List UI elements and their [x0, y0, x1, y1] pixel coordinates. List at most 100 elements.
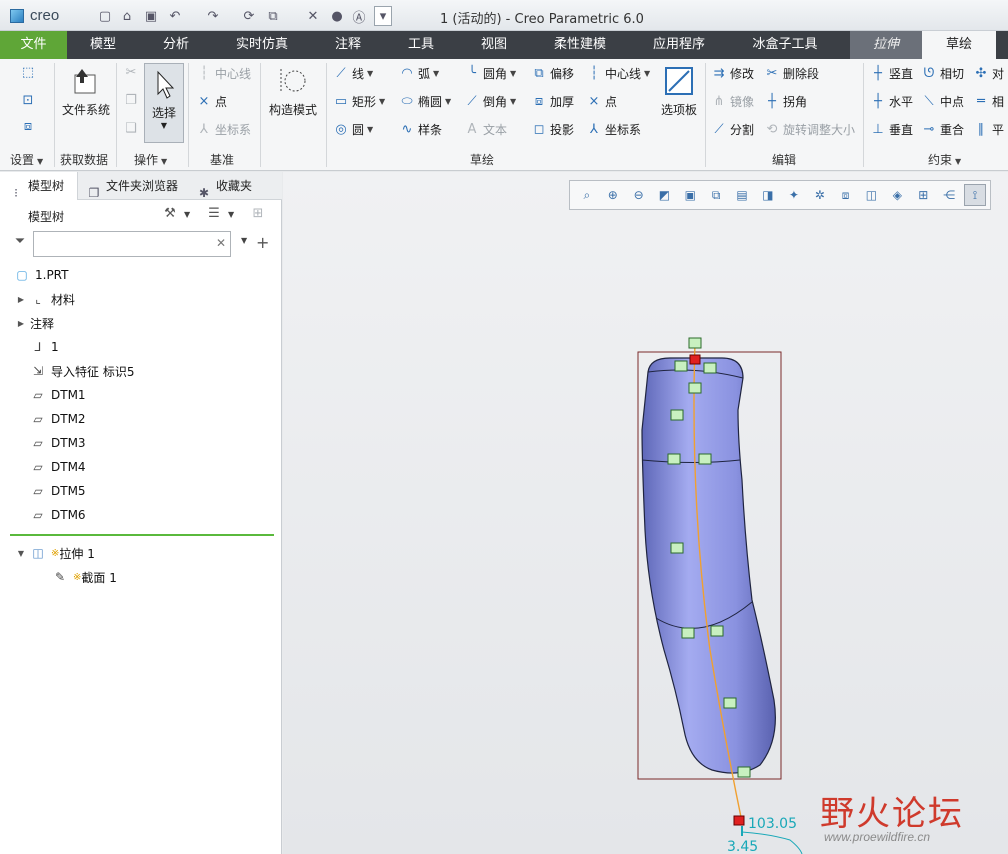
tab-annotate[interactable]: 注释 [311, 31, 385, 59]
tree-node-import-feature[interactable]: ⇲ 导入特征 标识5 [26, 360, 134, 382]
tree-node-csys[interactable]: ⅃ 1 [26, 336, 59, 358]
tab-model-tree[interactable]: ⁝ 模型树 [0, 172, 78, 200]
tree-node-extrude[interactable]: ▼ ◫ ※ 拉伸 1 [16, 542, 95, 564]
sketch-display-icon[interactable]: ◫ [861, 184, 883, 206]
vertex-display-icon[interactable]: ⟟ [964, 184, 986, 206]
coincident-constraint-button[interactable]: ⊸ 重合 [921, 121, 964, 138]
repaint-icon[interactable]: ◩ [654, 184, 676, 206]
rotate-resize-button[interactable]: ⟲ 旋转调整大小 [764, 121, 855, 138]
annotation-display-icon[interactable]: ⧈ [835, 184, 857, 206]
section-display-icon[interactable]: ◈ [887, 184, 909, 206]
tab-extrude[interactable]: 拉伸 [850, 31, 922, 59]
tab-view[interactable]: 视图 [457, 31, 531, 59]
redo-icon[interactable]: ↷ [204, 6, 222, 26]
new-file-icon[interactable]: ▢ [96, 6, 114, 26]
perspective-icon[interactable]: ◨ [757, 184, 779, 206]
group-operations-label[interactable]: 操作 ▼ [134, 151, 167, 168]
sketch-setup-button[interactable]: ⬚ [20, 65, 39, 81]
tab-flexible-modeling[interactable]: 柔性建模 [531, 31, 629, 59]
tree-node-part[interactable]: ▢ 1.PRT [10, 264, 68, 286]
sketch-view-icon[interactable]: ⊞ [912, 184, 934, 206]
group-constrain-label[interactable]: 约束 ▼ [928, 151, 961, 168]
collapse-icon[interactable]: ▼ [16, 549, 26, 558]
equal-constraint-button[interactable]: ═ 相 [973, 93, 1004, 110]
tab-sketch[interactable]: 草绘 [922, 31, 996, 59]
horizontal-constraint-button[interactable]: ┼ 水平 [870, 93, 913, 110]
select-button[interactable]: 选择 ▼ [144, 63, 184, 143]
tree-node-dtm2[interactable]: ▱ DTM2 [26, 408, 85, 430]
saved-orientations-icon[interactable]: ⧉ [705, 184, 727, 206]
datum-centerline-button[interactable]: ┆ 中心线 [196, 65, 251, 82]
vertical-constraint-button[interactable]: ┼ 竖直 [870, 65, 913, 82]
text-button[interactable]: A 文本 [464, 121, 507, 138]
tree-node-dtm5[interactable]: ▱ DTM5 [26, 480, 85, 502]
tree-node-section[interactable]: ✎ ※ 截面 1 [48, 566, 117, 588]
datum-csys-button[interactable]: ⅄ 坐标系 [196, 121, 251, 138]
arc-button[interactable]: ◠ 弧 ▼ [399, 65, 439, 82]
group-setup-label[interactable]: 设置 ▼ [10, 151, 43, 168]
constraint-display-icon[interactable]: ⋲ [938, 184, 960, 206]
datum-point-button[interactable]: × 点 [196, 93, 227, 110]
windows-icon[interactable]: ⧉ [264, 6, 282, 26]
copy-button[interactable]: ❐ [123, 93, 142, 109]
spline-button[interactable]: ∿ 样条 [399, 121, 442, 138]
spin-center-icon[interactable]: ✲ [809, 184, 831, 206]
cut-button[interactable]: ✂ [123, 65, 142, 81]
save-icon[interactable]: ▣ [142, 6, 160, 26]
sketch-centerline-button[interactable]: ┆ 中心线 ▼ [586, 65, 650, 82]
tree-show-button[interactable]: ☰ ▼ [206, 206, 234, 222]
expand-icon[interactable]: ▶ [16, 295, 26, 304]
sketch-point-button[interactable]: × 点 [586, 93, 617, 110]
perpendicular-constraint-button[interactable]: ⊥ 垂直 [870, 121, 913, 138]
tab-favorites[interactable]: ✱ 收藏夹 [188, 172, 278, 200]
annotation-display-icon[interactable]: Ⓐ [350, 6, 368, 26]
offset-button[interactable]: ⧉ 偏移 [531, 65, 574, 82]
tree-node-annotations[interactable]: ▶ 注释 [16, 312, 54, 334]
reference-button[interactable]: ⊡ [20, 93, 39, 109]
circle-button[interactable]: ◎ 圆 ▼ [333, 121, 373, 138]
dimension-103-05[interactable]: 103.05 [748, 816, 797, 832]
corner-button[interactable]: ┼ 拐角 [764, 93, 807, 110]
tree-node-dtm4[interactable]: ▱ DTM4 [26, 456, 85, 478]
palette-button[interactable]: 选项板 [656, 65, 702, 118]
add-filter-icon[interactable]: + [256, 233, 269, 252]
tab-analysis[interactable]: 分析 [139, 31, 213, 59]
tab-applications[interactable]: 应用程序 [629, 31, 729, 59]
tangent-constraint-button[interactable]: ᘎ 相切 [921, 65, 964, 82]
tab-file[interactable]: 文件 [0, 31, 67, 59]
tree-settings-button[interactable]: ⚒ ▼ [162, 206, 190, 222]
tree-node-dtm3[interactable]: ▱ DTM3 [26, 432, 85, 454]
dimension-3-45[interactable]: 3.45 [727, 839, 758, 854]
tree-node-dtm1[interactable]: ▱ DTM1 [26, 384, 85, 406]
close-window-icon[interactable]: ✕ [304, 6, 322, 26]
ellipse-button[interactable]: ⬭ 椭圆 ▼ [399, 93, 451, 110]
display-style-icon[interactable]: ▣ [680, 184, 702, 206]
sketch-view-button[interactable]: ⧈ [20, 119, 39, 135]
clear-filter-icon[interactable]: ✕ [216, 236, 226, 250]
tree-node-material[interactable]: ▶ ⌞ 材料 [16, 288, 75, 310]
paste-button[interactable]: ❑ [123, 121, 142, 137]
tab-tools[interactable]: 工具 [385, 31, 457, 59]
tree-columns-button[interactable]: ⊞ [250, 206, 269, 222]
rectangle-button[interactable]: ▭ 矩形 ▼ [333, 93, 385, 110]
zoom-out-icon[interactable]: ⊖ [628, 184, 650, 206]
delete-segment-button[interactable]: ✂ 删除段 [764, 65, 819, 82]
tab-icebox-tools[interactable]: 冰盒子工具 [729, 31, 841, 59]
refit-icon[interactable]: ⌕ [576, 184, 598, 206]
symmetric-constraint-button[interactable]: ✣ 对 [973, 65, 1004, 82]
graphics-window[interactable]: ⌕ ⊕ ⊖ ◩ ▣ ⧉ ▤ ◨ ✦ ✲ ⧈ ◫ ◈ ⊞ ⋲ ⟟ [283, 172, 1008, 854]
expand-icon[interactable]: ▶ [16, 319, 26, 328]
tab-folder-browser[interactable]: ❐ 文件夹浏览器 [78, 172, 188, 200]
parallel-constraint-button[interactable]: ∥ 平 [973, 121, 1004, 138]
modify-button[interactable]: ⇉ 修改 [711, 65, 754, 82]
undo-icon[interactable]: ↶ [166, 6, 184, 26]
tab-live-simulation[interactable]: 实时仿真 [213, 31, 311, 59]
regenerate-icon[interactable]: ⟳ [240, 6, 258, 26]
divide-button[interactable]: ⟋ 分割 [711, 121, 754, 138]
sketch-csys-button[interactable]: ⅄ 坐标系 [586, 121, 641, 138]
customize-qat-icon[interactable]: ▾ [374, 6, 392, 26]
zoom-in-icon[interactable]: ⊕ [602, 184, 624, 206]
appearance-icon[interactable]: ● [328, 6, 346, 26]
project-button[interactable]: ◻ 投影 [531, 121, 574, 138]
fillet-button[interactable]: ╰ 圆角 ▼ [464, 65, 516, 82]
